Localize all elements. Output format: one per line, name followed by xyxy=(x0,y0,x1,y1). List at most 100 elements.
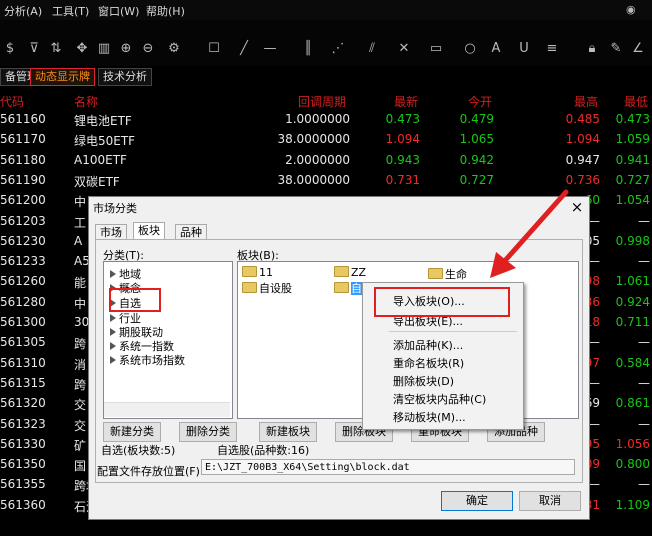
col-high[interactable]: 最高 xyxy=(574,93,598,110)
col-latest[interactable]: 最新 xyxy=(394,93,418,110)
tab-dynamic-board[interactable]: 动态显示牌 xyxy=(30,68,95,86)
folder-icon xyxy=(334,282,349,293)
block-item-zz[interactable]: ZZ xyxy=(334,266,366,279)
col-period[interactable]: 回调周期 xyxy=(298,93,346,110)
menu-clear-block[interactable]: 清空板块内品种(C) xyxy=(393,391,486,407)
dollar-icon[interactable]: $ xyxy=(2,41,18,56)
menu-move-block[interactable]: 移动板块(M)... xyxy=(393,409,466,425)
hand-icon[interactable]: ☐ xyxy=(206,41,222,56)
chart-icon[interactable]: ▥ xyxy=(96,41,112,56)
cell-code: 561320 xyxy=(0,396,46,411)
zoom-in-icon[interactable]: ⊕ xyxy=(118,41,134,56)
gear-icon[interactable]: ⚙ xyxy=(166,41,182,56)
pitch-icon[interactable]: ✕ xyxy=(396,41,412,56)
filter-icon[interactable]: ⊽ xyxy=(26,41,42,56)
block-item-self-set[interactable]: 自设股 xyxy=(242,280,292,296)
table-row[interactable]: 561180 A100ETF 2.0000000 0.943 0.942 0.947 0.9… xyxy=(0,151,652,171)
cell-low: 0.861 xyxy=(615,396,650,411)
circle-icon[interactable]: ○ xyxy=(462,41,478,56)
cell-open: 1.065 xyxy=(459,132,494,147)
hline-icon[interactable]: — xyxy=(262,41,278,56)
cell-code: 561300 xyxy=(0,315,46,329)
cell-low: 1.059 xyxy=(615,132,650,147)
toolbar: $ ⊽ ⇅ ✥ ▥ ⊕ ⊖ ⚙ ☐ ╱ — ║ ⋰ ⫽ ✕ ▭ ○ A U ≡ … xyxy=(0,20,652,66)
table-row[interactable]: 561170 绿电50ETF 38.0000000 1.094 1.065 1.094 1.… xyxy=(0,130,652,150)
menu-analysis[interactable]: 分析(A) xyxy=(4,3,42,19)
menu-separator xyxy=(389,331,517,332)
cell-low: 1.061 xyxy=(615,274,650,289)
cell-low: 0.998 xyxy=(615,233,650,248)
cell-open: 0.942 xyxy=(459,152,494,167)
path-field[interactable]: E:\JZT_700B3_X64\Setting\block.dat xyxy=(201,459,575,475)
lock-icon[interactable]: 🔒︎ xyxy=(584,41,600,56)
rss-icon[interactable]: ◉ xyxy=(626,3,636,16)
col-name[interactable]: 名称 xyxy=(74,93,98,110)
menu-tools[interactable]: 工具(T) xyxy=(52,3,89,19)
cell-name: 交 xyxy=(74,398,87,413)
cell-latest: 0.731 xyxy=(385,172,420,187)
block-item-11[interactable]: 11 xyxy=(242,266,273,279)
cell-latest: 1.094 xyxy=(385,132,420,147)
menu-rename-block[interactable]: 重命名板块(R) xyxy=(393,355,464,371)
folder-icon xyxy=(428,268,443,279)
category-tree[interactable]: 地域 概念 自选 行业 期股联动 系统一指数 系统市场指数 xyxy=(103,261,233,419)
tree-hscrollbar[interactable] xyxy=(104,402,230,417)
sort-icon[interactable]: ⇅ xyxy=(48,41,64,56)
col-open[interactable]: 今开 xyxy=(468,93,492,110)
fan-icon[interactable]: ⋰ xyxy=(330,41,346,56)
brush-icon[interactable]: ✎ xyxy=(608,41,624,56)
status-left: 自选(板块数:5) xyxy=(101,444,176,457)
tab-tech-analysis[interactable]: 技术分析 xyxy=(98,68,152,86)
rect-icon[interactable]: ▭ xyxy=(428,41,444,56)
menu-window[interactable]: 窗口(W) xyxy=(98,3,139,19)
cell-low: — xyxy=(638,375,650,390)
menu-delete-block[interactable]: 删除板块(D) xyxy=(393,373,454,389)
cell-low: — xyxy=(638,416,650,431)
move-icon[interactable]: ✥ xyxy=(74,41,90,56)
cell-period: 38.0000000 xyxy=(277,172,350,187)
cell-code: 561355 xyxy=(0,477,46,492)
cell-low: 1.054 xyxy=(615,193,650,208)
menu-help[interactable]: 帮助(H) xyxy=(146,3,185,19)
menu-add-item[interactable]: 添加品种(K)... xyxy=(393,337,463,353)
cell-period: 1.0000000 xyxy=(285,112,350,126)
cell-low: 0.727 xyxy=(615,172,650,187)
cancel-button[interactable]: 取消 xyxy=(519,491,581,511)
bars-icon[interactable]: ║ xyxy=(300,41,316,56)
dialog-title: 市场分类 xyxy=(93,202,137,215)
col-low[interactable]: 最低 xyxy=(624,93,648,110)
tree-item-system-market-index[interactable]: 系统市场指数 xyxy=(110,352,185,368)
pen-icon[interactable]: ∠ xyxy=(630,41,646,56)
cell-low: — xyxy=(638,254,650,269)
delete-category-button[interactable]: 删除分类 xyxy=(179,422,237,442)
cell-name: 矿 xyxy=(74,438,87,453)
cell-low: 1.056 xyxy=(615,436,650,451)
col-code[interactable]: 代码 xyxy=(0,93,24,110)
channel-icon[interactable]: ⫽ xyxy=(364,41,380,56)
dialog-tab-block[interactable]: 板块 xyxy=(133,222,165,240)
new-block-button[interactable]: 新建板块 xyxy=(259,422,317,442)
cell-name: 中 xyxy=(74,195,87,210)
cell-low: — xyxy=(638,335,650,350)
dialog-tab-variety[interactable]: 品种 xyxy=(175,224,207,240)
stack-icon[interactable]: ≡ xyxy=(544,41,560,56)
cell-code: 561280 xyxy=(0,294,46,309)
status-right: 自选股(品种数:16) xyxy=(217,444,310,457)
cell-code: 561323 xyxy=(0,416,46,431)
zoom-out-icon[interactable]: ⊖ xyxy=(140,41,156,56)
cell-latest: 0.943 xyxy=(385,152,420,167)
folder-icon xyxy=(334,266,349,277)
text-icon[interactable]: A xyxy=(488,41,504,56)
magnet-icon[interactable]: U xyxy=(516,41,532,56)
block-item-life[interactable]: 生命 xyxy=(428,266,467,282)
cell-low: 0.924 xyxy=(615,294,650,309)
new-category-button[interactable]: 新建分类 xyxy=(103,422,161,442)
ok-button[interactable]: 确定 xyxy=(441,491,513,511)
cell-code: 561170 xyxy=(0,132,46,147)
line-icon[interactable]: ╱ xyxy=(236,41,252,56)
dialog-tab-market[interactable]: 市场 xyxy=(95,224,127,240)
table-row[interactable]: 561160 锂电池ETF 1.0000000 0.473 0.479 0.485 0.47… xyxy=(0,110,652,130)
cell-low: 1.109 xyxy=(615,497,650,512)
cell-code: 561360 xyxy=(0,497,46,512)
folder-icon xyxy=(242,266,257,277)
